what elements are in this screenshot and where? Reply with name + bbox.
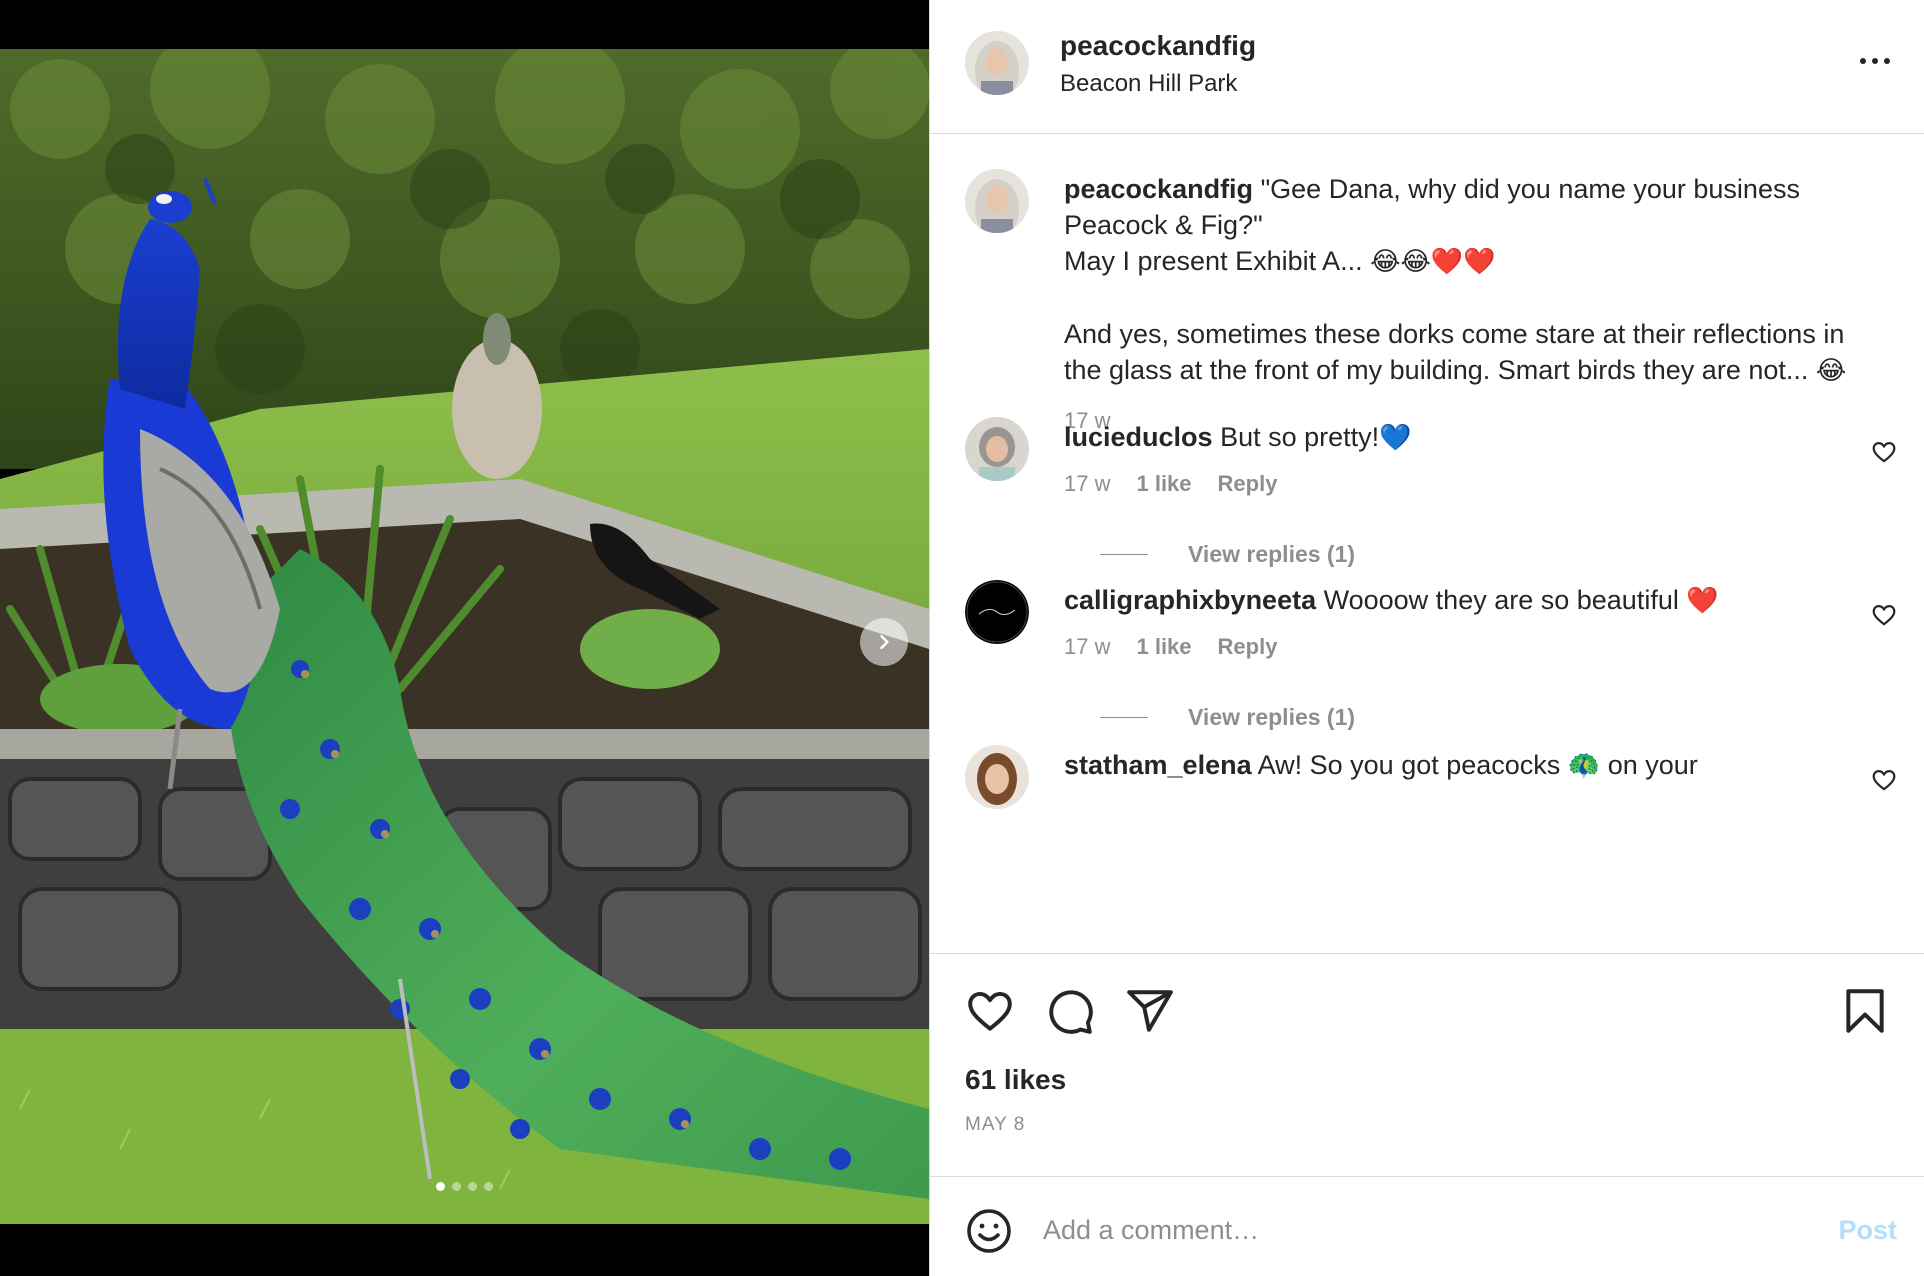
comment-time[interactable]: 17 w bbox=[1064, 634, 1110, 660]
smiley-icon bbox=[967, 1209, 1011, 1253]
save-button[interactable] bbox=[1840, 986, 1890, 1036]
post-header: peacockandfig Beacon Hill Park bbox=[930, 0, 1924, 134]
comment-username[interactable]: calligraphixbyneeta bbox=[1064, 585, 1316, 615]
post-date[interactable]: MAY 8 bbox=[965, 1114, 1025, 1136]
comment-text: calligraphixbyneeta Woooow they are so b… bbox=[1064, 582, 1824, 619]
comment-likes[interactable]: 1 like bbox=[1136, 634, 1191, 660]
carousel-dot[interactable] bbox=[468, 1182, 477, 1191]
comment-like-button[interactable] bbox=[1871, 602, 1897, 628]
comment-emoji: ❤️ bbox=[1686, 586, 1719, 616]
view-replies-label: View replies (1) bbox=[1188, 704, 1356, 730]
like-button[interactable] bbox=[965, 986, 1015, 1036]
commenter-avatar[interactable] bbox=[965, 417, 1029, 481]
author-username[interactable]: peacockandfig bbox=[1060, 30, 1256, 62]
post-comment-button[interactable]: Post bbox=[1838, 1215, 1897, 1246]
replies-divider bbox=[1100, 717, 1148, 718]
chevron-right-icon bbox=[880, 634, 889, 650]
heart-icon bbox=[1872, 442, 1896, 463]
comment-content-continued: on your bbox=[1607, 750, 1698, 780]
emoji-picker-button[interactable] bbox=[965, 1207, 1013, 1255]
peacock-photo bbox=[0, 49, 929, 1224]
next-image-button[interactable] bbox=[860, 618, 908, 666]
view-replies-label: View replies (1) bbox=[1188, 541, 1356, 567]
more-horizontal-icon bbox=[1860, 58, 1866, 64]
view-replies-button[interactable]: View replies (1) bbox=[1100, 704, 1355, 731]
reply-button[interactable]: Reply bbox=[1218, 471, 1278, 497]
comment-content: But so pretty! bbox=[1220, 422, 1380, 452]
heart-icon bbox=[1872, 605, 1896, 626]
post-panel: peacockandfig Beacon Hill Park peacockan… bbox=[929, 0, 1924, 1276]
comment-likes[interactable]: 1 like bbox=[1136, 471, 1191, 497]
more-options-button[interactable] bbox=[1853, 45, 1897, 77]
comment-username[interactable]: lucieduclos bbox=[1064, 422, 1213, 452]
caption-emoji-2: 😂😂❤️❤️ bbox=[1370, 247, 1496, 277]
carousel-dot[interactable] bbox=[484, 1182, 493, 1191]
comment-meta: 17 w 1 like Reply bbox=[1064, 634, 1277, 660]
post-media bbox=[0, 0, 929, 1276]
caption-username[interactable]: peacockandfig bbox=[1064, 174, 1253, 204]
add-comment-bar: Post bbox=[930, 1176, 1924, 1276]
view-replies-button[interactable]: View replies (1) bbox=[1100, 541, 1355, 568]
comment-input[interactable] bbox=[1043, 1205, 1723, 1255]
comment-meta: 17 w 1 like Reply bbox=[1064, 471, 1277, 497]
likes-count[interactable]: 61 likes bbox=[965, 1064, 1066, 1096]
comment-button[interactable] bbox=[1045, 986, 1095, 1036]
post-photo[interactable] bbox=[0, 49, 929, 1224]
comment-emoji: 🦚 bbox=[1567, 751, 1601, 781]
comment-content: Aw! So you got peacocks bbox=[1257, 750, 1561, 780]
heart-icon bbox=[1872, 770, 1896, 791]
carousel-dot[interactable] bbox=[452, 1182, 461, 1191]
replies-divider bbox=[1100, 554, 1148, 555]
comment-like-button[interactable] bbox=[1871, 439, 1897, 465]
caption-line-3: And yes, sometimes these dorks come star… bbox=[1064, 319, 1845, 385]
paper-plane-icon bbox=[1127, 990, 1173, 1032]
carousel-dots bbox=[0, 1182, 929, 1191]
comment-icon bbox=[1049, 990, 1093, 1034]
post-location[interactable]: Beacon Hill Park bbox=[1060, 70, 1237, 98]
comments-list[interactable]: peacockandfig "Gee Dana, why did you nam… bbox=[930, 135, 1924, 953]
caption-emoji-3: 😂 bbox=[1815, 356, 1847, 386]
comment-like-button[interactable] bbox=[1871, 767, 1897, 793]
caption-text: peacockandfig "Gee Dana, why did you nam… bbox=[1064, 171, 1864, 439]
comment-emoji: 💙 bbox=[1379, 423, 1412, 453]
reply-button[interactable]: Reply bbox=[1218, 634, 1278, 660]
comment-text: lucieduclos But so pretty!💙 bbox=[1064, 419, 1824, 456]
caption-line-2: May I present Exhibit A... bbox=[1064, 246, 1363, 276]
commenter-avatar[interactable] bbox=[965, 745, 1029, 809]
commenter-avatar[interactable] bbox=[965, 580, 1029, 644]
comment-time[interactable]: 17 w bbox=[1064, 471, 1110, 497]
author-avatar[interactable] bbox=[965, 169, 1029, 233]
carousel-dot[interactable] bbox=[436, 1182, 445, 1191]
share-button[interactable] bbox=[1125, 986, 1175, 1036]
comment-text: statham_elena Aw! So you got peacocks 🦚 … bbox=[1064, 747, 1824, 784]
comment-username[interactable]: statham_elena bbox=[1064, 750, 1252, 780]
post-actions: 61 likes MAY 8 bbox=[930, 953, 1924, 1175]
author-avatar[interactable] bbox=[965, 31, 1029, 95]
heart-icon bbox=[968, 991, 1012, 1031]
comment-content: Woooow they are so beautiful bbox=[1323, 585, 1679, 615]
bookmark-icon bbox=[1846, 989, 1884, 1033]
